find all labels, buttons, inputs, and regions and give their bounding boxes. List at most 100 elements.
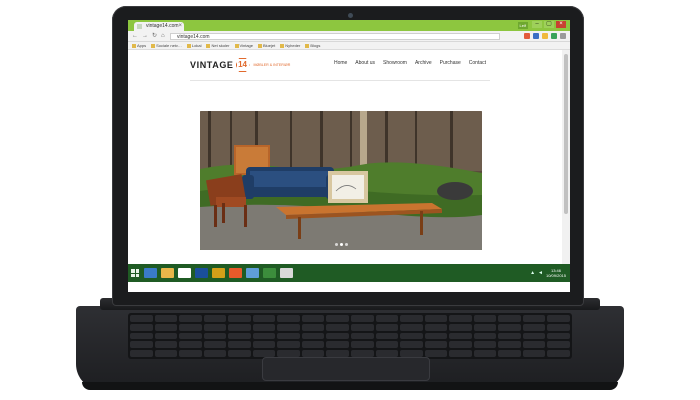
bookmark-item[interactable]: Apps: [132, 42, 146, 49]
keyboard-key: [547, 315, 570, 322]
home-icon[interactable]: ⌂: [161, 31, 165, 42]
nav-link-purchase[interactable]: Purchase: [440, 60, 461, 66]
keyboard-key: [154, 323, 178, 331]
nav-link-home[interactable]: Home: [334, 60, 347, 66]
hero-slideshow[interactable]: [200, 111, 482, 250]
keyboard-key: [473, 323, 497, 331]
taskbar-app-icon[interactable]: [178, 268, 191, 278]
browser-nav-buttons: ← → ↻ ⌂: [132, 31, 165, 42]
bookmark-item[interactable]: Nyheder: [280, 42, 300, 49]
slideshow-dot[interactable]: [334, 243, 338, 246]
back-icon[interactable]: ←: [132, 31, 138, 42]
keyboard-key: [228, 323, 251, 331]
page-scrollbar[interactable]: [562, 50, 570, 280]
address-bar-url: vintage14.com: [177, 34, 210, 40]
network-icon[interactable]: ▲: [530, 270, 535, 276]
nav-link-contact[interactable]: Contact: [469, 60, 486, 66]
taskbar-app-icon[interactable]: [246, 268, 259, 278]
maximize-button[interactable]: ▢: [544, 21, 554, 28]
nav-link-archive[interactable]: Archive: [415, 60, 432, 66]
folder-icon: [151, 43, 156, 48]
window-controls: – ▢ ×: [532, 21, 566, 28]
keyboard-key: [473, 315, 497, 322]
taskbar-app-icon[interactable]: [144, 268, 157, 278]
keyboard-key: [400, 341, 423, 349]
keyboard-key: [179, 350, 202, 357]
extension-icons: [524, 33, 566, 39]
keyboard-key: [498, 315, 521, 322]
keyboard-key: [203, 332, 227, 340]
scrollbar-thumb[interactable]: [564, 54, 568, 214]
webcam: [348, 13, 353, 18]
folder-icon: [132, 43, 136, 48]
browser-toolbar: ← → ↻ ⌂ vintage14.com: [128, 31, 570, 42]
bookmark-label: Apps: [137, 42, 147, 48]
site-logo[interactable]: VINTAGE 14 MØBLER & INTERIØR: [190, 58, 292, 72]
start-button[interactable]: [128, 264, 142, 282]
extension-icon[interactable]: [524, 33, 530, 39]
keyboard-key: [228, 315, 251, 322]
logo-badge: 14: [235, 58, 250, 72]
extension-icon[interactable]: [551, 33, 557, 39]
bookmark-item[interactable]: Bluejet: [258, 42, 275, 49]
tab-close-icon[interactable]: ×: [178, 22, 182, 31]
taskbar-app-icon[interactable]: [212, 268, 225, 278]
taskbar-app-icon[interactable]: [263, 268, 276, 278]
forward-icon[interactable]: →: [142, 31, 148, 42]
laptop-mockup: vintage14.com × Leif – ▢ × ← → ↻ ⌂ vinta…: [0, 0, 700, 400]
taskbar-pinned-apps: [142, 268, 295, 278]
taskbar-app-icon[interactable]: [280, 268, 293, 278]
bookmark-item[interactable]: Vintage: [234, 42, 253, 49]
address-bar[interactable]: vintage14.com: [170, 33, 500, 40]
keyboard-key: [277, 323, 300, 331]
keyboard-key: [203, 315, 227, 322]
keyboard-key: [203, 341, 227, 349]
reload-icon[interactable]: ↻: [152, 31, 157, 42]
keyboard-key: [326, 332, 349, 340]
keyboard-key: [449, 323, 472, 331]
taskbar-app-icon[interactable]: [195, 268, 208, 278]
keyboard-key: [277, 332, 300, 340]
minimize-button[interactable]: –: [532, 21, 542, 28]
browser-tab[interactable]: vintage14.com ×: [134, 22, 184, 31]
laptop-base-edge: [82, 382, 618, 390]
keyboard-key: [301, 323, 325, 331]
keyboard-key: [375, 350, 399, 357]
bookmark-item[interactable]: Blogs: [305, 42, 320, 49]
bookmark-item[interactable]: Sociale netv…: [151, 42, 182, 49]
close-button[interactable]: ×: [556, 21, 566, 28]
keyboard-key: [228, 332, 251, 340]
extension-icon[interactable]: [560, 33, 566, 39]
keyboard-key: [228, 350, 251, 357]
taskbar-app-icon[interactable]: [229, 268, 242, 278]
keyboard-key: [375, 332, 399, 340]
taskbar-clock[interactable]: 13:46 10/09/2015: [546, 268, 566, 278]
slideshow-dot[interactable]: [339, 243, 343, 246]
volume-icon[interactable]: ◄: [538, 270, 543, 276]
keyboard-key: [424, 350, 448, 357]
keyboard-key: [301, 350, 325, 357]
keyboard-key: [154, 341, 178, 349]
keyboard-key: [179, 341, 202, 349]
keyboard-key: [498, 341, 521, 349]
taskbar-app-icon[interactable]: [161, 268, 174, 278]
logo-tagline: MØBLER & INTERIØR: [253, 63, 291, 67]
bookmark-item[interactable]: Net skoler: [206, 42, 230, 49]
keyboard-key: [424, 315, 448, 322]
bookmark-label: Net skoler: [211, 42, 230, 48]
nav-link-showroom[interactable]: Showroom: [383, 60, 407, 66]
windows-taskbar: ▲ ◄ 13:46 10/09/2015: [128, 264, 570, 282]
nav-link-about-us[interactable]: About us: [355, 60, 375, 66]
slideshow-dot[interactable]: [344, 243, 348, 246]
keyboard-key: [326, 350, 349, 357]
keyboard-key: [277, 341, 300, 349]
extension-icon[interactable]: [542, 33, 548, 39]
profile-chip[interactable]: Leif: [517, 22, 528, 29]
keyboard-key: [301, 332, 325, 340]
extension-icon[interactable]: [533, 33, 539, 39]
keyboard-key: [498, 350, 521, 357]
bookmark-label: Nyheder: [285, 42, 301, 48]
keyboard-key: [154, 332, 178, 340]
bookmark-item[interactable]: Lokal: [186, 42, 201, 49]
keyboard-key: [449, 315, 472, 322]
